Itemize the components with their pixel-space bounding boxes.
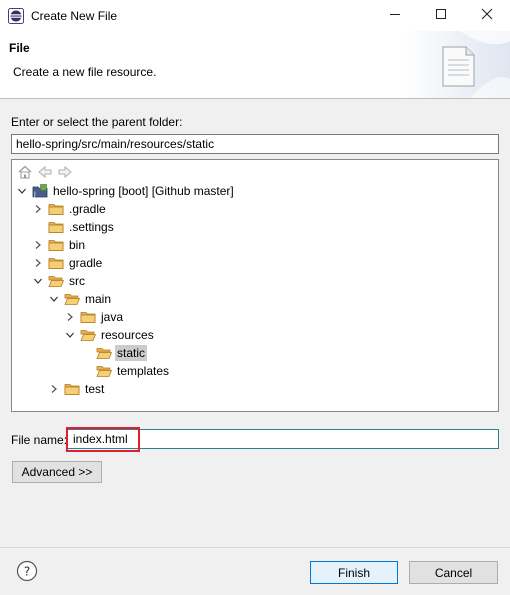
chevron-right-icon[interactable]: [48, 383, 60, 395]
maximize-button[interactable]: [418, 0, 464, 31]
parent-folder-label: Enter or select the parent folder:: [11, 115, 183, 129]
chevron-down-icon[interactable]: [48, 293, 60, 305]
help-button[interactable]: ?: [16, 560, 38, 582]
tree-item-templates[interactable]: templates: [80, 362, 171, 380]
tree-item-java[interactable]: java: [64, 308, 125, 326]
tree-item-gradle[interactable]: gradle: [32, 254, 104, 272]
chevron-right-icon[interactable]: [32, 257, 44, 269]
tree-item-hello-spring-boot-github-master[interactable]: Jhello-spring [boot] [Github master]: [16, 182, 236, 200]
close-icon: [481, 8, 493, 23]
folder-icon: [48, 256, 64, 270]
chevron-down-icon[interactable]: [32, 275, 44, 287]
folder-open-icon: [96, 346, 113, 360]
tree-item-label: src: [69, 274, 85, 288]
tree-item-label: static: [115, 345, 148, 361]
chevron-right-icon[interactable]: [32, 203, 44, 215]
tree-item-bin[interactable]: bin: [32, 236, 87, 254]
wizard-header: File Create a new file resource.: [0, 31, 510, 98]
folder-icon: [48, 238, 64, 252]
close-button[interactable]: [464, 0, 510, 31]
tree-toolbar: [17, 164, 73, 180]
folder-open-icon: [80, 328, 97, 342]
tree-item-resources[interactable]: resources: [64, 326, 156, 344]
project-icon: J: [32, 184, 48, 198]
new-file-wizard-icon: [400, 31, 510, 98]
file-name-label: File name:: [11, 433, 68, 447]
parent-folder-input[interactable]: hello-spring/src/main/resources/static: [11, 134, 499, 154]
minimize-button[interactable]: [372, 0, 418, 31]
folder-icon: [80, 310, 96, 324]
folder-open-icon: [48, 274, 65, 288]
chevron-down-icon[interactable]: [64, 329, 76, 341]
wizard-footer: ? Finish Cancel: [0, 547, 510, 595]
chevron-down-icon[interactable]: [16, 185, 28, 197]
tree-item-label: bin: [69, 238, 86, 252]
tree-item-label: hello-spring [boot] [Github master]: [53, 184, 234, 198]
home-icon[interactable]: [17, 164, 33, 180]
minimize-icon: [389, 8, 401, 23]
file-name-input[interactable]: index.html: [67, 429, 499, 449]
help-icon: ?: [16, 560, 38, 585]
wizard-description: Create a new file resource.: [13, 65, 157, 79]
tree-item-label: .gradle: [69, 202, 106, 216]
folder-icon: [64, 382, 80, 396]
chevron-right-icon[interactable]: [32, 239, 44, 251]
tree-item-label: templates: [117, 364, 170, 378]
chevron-right-icon[interactable]: [64, 311, 76, 323]
folder-open-icon: [96, 364, 113, 378]
tree-item-static[interactable]: static: [80, 344, 148, 362]
folder-open-icon: [64, 292, 81, 306]
wizard-title: File: [9, 41, 30, 55]
tree-item-src[interactable]: src: [32, 272, 87, 290]
cancel-button[interactable]: Cancel: [409, 561, 498, 584]
tree-item-settings[interactable]: .settings: [32, 218, 116, 236]
folder-tree[interactable]: Jhello-spring [boot] [Github master] .gra…: [11, 159, 499, 412]
tree-item-label: gradle: [69, 256, 103, 270]
tree-item-label: test: [85, 382, 105, 396]
tree-item-label: main: [85, 292, 112, 306]
back-arrow-icon[interactable]: [37, 164, 53, 180]
forward-arrow-icon[interactable]: [57, 164, 73, 180]
finish-button[interactable]: Finish: [310, 561, 398, 584]
tree-item-label: java: [101, 310, 124, 324]
window-title: Create New File: [31, 9, 118, 23]
tree-item-gradle[interactable]: .gradle: [32, 200, 108, 218]
svg-text:?: ?: [24, 565, 30, 579]
title-bar: Create New File: [0, 0, 510, 31]
svg-text:J: J: [33, 191, 36, 198]
folder-icon: [48, 220, 64, 234]
tree-item-label: .settings: [69, 220, 114, 234]
eclipse-icon: [8, 8, 24, 24]
tree-item-label: resources: [101, 328, 154, 342]
tree-item-test[interactable]: test: [48, 380, 106, 398]
tree-item-main[interactable]: main: [48, 290, 113, 308]
maximize-icon: [435, 8, 447, 23]
advanced-button[interactable]: Advanced >>: [12, 461, 102, 483]
folder-icon: [48, 202, 64, 216]
wizard-content: Enter or select the parent folder: hello…: [0, 99, 510, 547]
